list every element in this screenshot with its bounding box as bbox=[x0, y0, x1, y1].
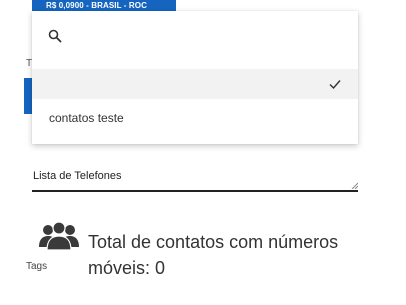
dropdown-option-contatos-teste[interactable]: contatos teste bbox=[32, 103, 358, 133]
dropdown-option-selected[interactable] bbox=[32, 69, 358, 99]
dropdown-search-bar bbox=[32, 11, 358, 60]
contacts-group-icon bbox=[39, 221, 79, 251]
phone-list-label: Lista de Telefones bbox=[33, 170, 122, 182]
dropdown-search-input[interactable] bbox=[70, 27, 324, 44]
price-badge: R$ 0,0900 - BRASIL - ROC bbox=[32, 0, 176, 11]
check-icon bbox=[329, 80, 341, 90]
resize-handle-icon[interactable] bbox=[351, 182, 358, 189]
search-icon bbox=[48, 29, 62, 42]
phone-list-textarea[interactable]: Lista de Telefones bbox=[32, 168, 358, 192]
tag-select-dropdown: contatos teste bbox=[32, 11, 358, 144]
tags-label: Tags bbox=[26, 261, 48, 272]
partial-blue-button[interactable] bbox=[24, 78, 32, 114]
total-mobile-contacts-text: Total de contatos com números móveis: 0 bbox=[88, 232, 339, 278]
